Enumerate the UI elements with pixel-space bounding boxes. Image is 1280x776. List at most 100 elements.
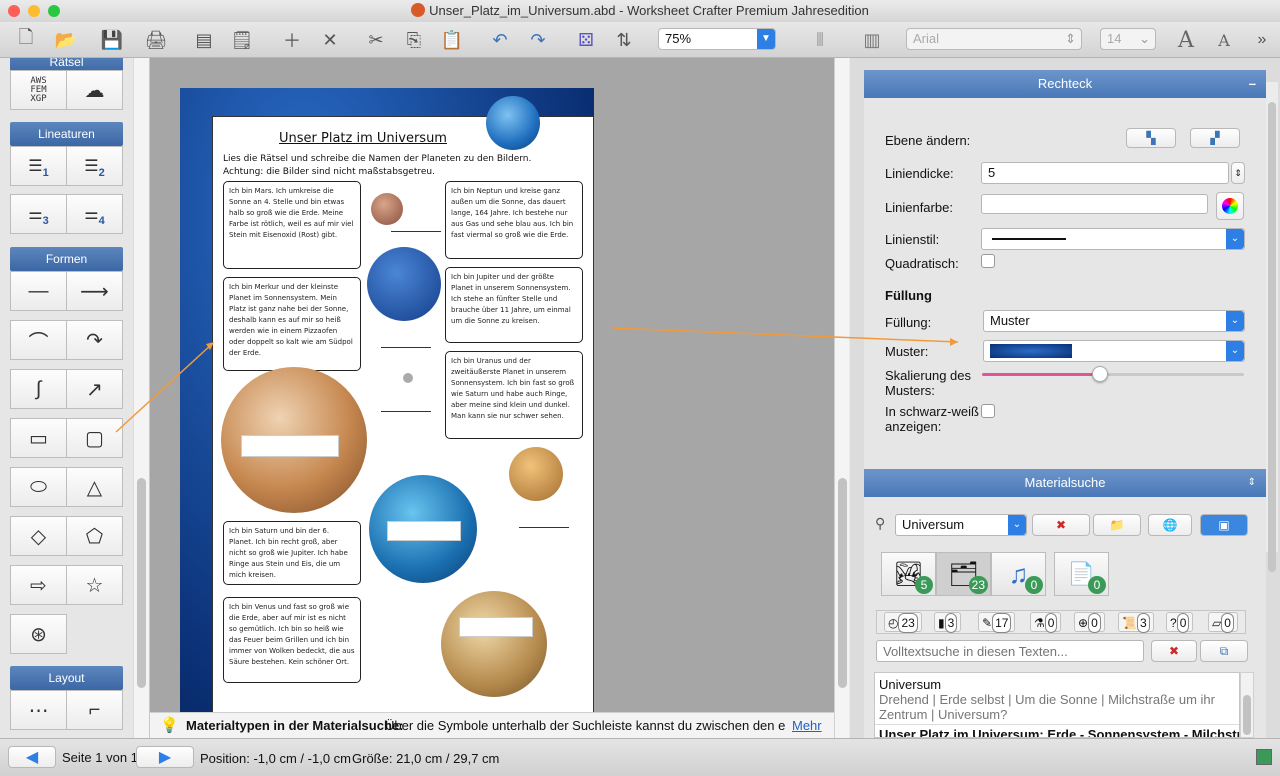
category-audio[interactable]: ♫ 0	[991, 552, 1046, 596]
pattern-scale-slider[interactable]	[982, 366, 1244, 382]
mars-image[interactable]	[371, 193, 403, 225]
worksheet-page[interactable]: Unser Platz im Universum Lies die Rätsel…	[180, 88, 594, 712]
dice-icon[interactable]: ⚄	[572, 26, 600, 54]
results-list[interactable]: Universum Drehend | Erde selbst | Um die…	[874, 672, 1240, 738]
letter-cloud-icon[interactable]: ☁	[66, 70, 123, 110]
stepper-icon[interactable]: ⇕	[1231, 162, 1245, 184]
riddle-box-jupiter[interactable]: Ich bin Jupiter und der größte Planet in…	[445, 267, 583, 343]
venus-image[interactable]	[509, 447, 563, 501]
saturn-image[interactable]	[441, 591, 547, 697]
lineatur-4-icon[interactable]: ⚌ 4	[66, 194, 123, 234]
lineatur-1-icon[interactable]: ☰ 1	[10, 146, 67, 186]
fulltext-search-input[interactable]	[876, 640, 1144, 662]
pentagon-tool-icon[interactable]: ⬠	[66, 516, 123, 556]
slider-knob[interactable]	[1091, 366, 1108, 382]
document-canvas[interactable]: Unser Platz im Universum Lies die Rätsel…	[150, 58, 834, 712]
category-worksheets[interactable]: 🗂 23	[936, 552, 991, 596]
riddle-box-neptun[interactable]: Ich bin Neptun und kreise ganz außen um …	[445, 181, 583, 259]
redo-icon[interactable]: ↷	[524, 26, 552, 54]
category-documents[interactable]: 📄 0	[1054, 552, 1109, 596]
filter-misc[interactable]: ▱ 0	[1208, 612, 1238, 633]
add-page-icon[interactable]: ＋	[278, 26, 306, 54]
stepper-icon[interactable]: ⇕	[1248, 469, 1256, 497]
answer-box[interactable]	[241, 435, 339, 457]
font-size-select[interactable]: 14 ⌄	[1100, 28, 1156, 50]
layout-guide-icon[interactable]: ⌐	[66, 690, 123, 730]
word-grid-icon[interactable]: AWS FEM XGP	[10, 70, 67, 110]
wheel-tool-icon[interactable]: ⊛	[10, 614, 67, 654]
fill-select[interactable]: Muster ⌄	[983, 310, 1245, 332]
open-folder-icon[interactable]: 📂	[52, 26, 80, 54]
tools-scrollbar[interactable]	[133, 58, 149, 738]
local-material-icon[interactable]: ▣	[1200, 514, 1248, 536]
ellipse-tool-icon[interactable]: ⬭	[10, 467, 67, 507]
copy-results-icon[interactable]: ⧉	[1200, 640, 1248, 662]
riddle-box-venus[interactable]: Ich bin Venus und fast so groß wie die E…	[223, 597, 361, 683]
worksheet-content[interactable]: Unser Platz im Universum Lies die Rätsel…	[212, 116, 594, 712]
filter-all[interactable]: ◴ 23	[884, 612, 922, 633]
close-window-button[interactable]	[8, 5, 20, 17]
send-backward-icon[interactable]: ▞	[1190, 128, 1240, 148]
square-checkbox[interactable]	[981, 254, 995, 268]
line-style-select[interactable]: ⌄	[981, 228, 1245, 250]
rounded-rectangle-tool-icon[interactable]: ▢	[66, 418, 123, 458]
arrow-line-tool-icon[interactable]: ⟶	[66, 271, 123, 311]
lineatur-2-icon[interactable]: ☰ 2	[66, 146, 123, 186]
neptune-image[interactable]	[367, 247, 441, 321]
filter-book[interactable]: ▮ 3	[934, 612, 962, 633]
lineatur-3-icon[interactable]: ⚌ 3	[10, 194, 67, 234]
section-formen-header[interactable]: Formen	[10, 247, 123, 271]
minimize-window-button[interactable]	[28, 5, 40, 17]
scroll-thumb[interactable]	[838, 478, 847, 688]
new-document-icon[interactable]: 🗋	[12, 26, 40, 54]
save-icon[interactable]: 💾	[98, 26, 126, 54]
copy-icon[interactable]: ⎘	[400, 26, 428, 54]
decrease-font-icon[interactable]: A	[1210, 26, 1238, 54]
results-scrollbar[interactable]	[1240, 672, 1254, 738]
section-layout-header[interactable]: Layout	[10, 666, 123, 690]
note-icon[interactable]: 🗒	[228, 26, 256, 54]
clear-fulltext-icon[interactable]: ✖	[1151, 640, 1197, 662]
canvas-scrollbar[interactable]	[834, 58, 849, 738]
bring-forward-icon[interactable]: ▚	[1126, 128, 1176, 148]
page-settings-icon[interactable]: ▤	[190, 26, 218, 54]
filter-scroll[interactable]: 📜 3	[1118, 612, 1154, 633]
window-layout-icon[interactable]	[1256, 749, 1272, 765]
riddle-box-mars[interactable]: Ich bin Mars. Ich umkreise die Sonne an …	[223, 181, 361, 269]
filter-pencil[interactable]: ✎ 17	[978, 612, 1016, 633]
delete-page-icon[interactable]: ✕	[316, 26, 344, 54]
rectangle-tool-icon[interactable]: ▭	[10, 418, 67, 458]
line-color-swatch[interactable]	[981, 194, 1208, 214]
riddle-box-merkur[interactable]: Ich bin Merkur und der kleinste Planet i…	[223, 277, 361, 371]
arc-arrow-tool-icon[interactable]: ↷	[66, 320, 123, 360]
align-icon[interactable]: ⫴	[806, 26, 834, 54]
cut-icon[interactable]: ✂	[362, 26, 390, 54]
riddle-box-uranus[interactable]: Ich bin Uranus und der zweitäußerste Pla…	[445, 351, 583, 439]
mercury-image[interactable]	[403, 373, 413, 383]
hint-more-link[interactable]: Mehr	[792, 713, 822, 739]
line-width-input[interactable]: 5	[981, 162, 1229, 184]
panel-scrollbar[interactable]	[1266, 82, 1278, 572]
answer-box[interactable]	[387, 521, 461, 541]
category-images[interactable]: 🏞 5	[881, 552, 936, 596]
result-title[interactable]: Unser Platz im Universum: Erde - Sonnens…	[875, 725, 1239, 737]
font-select[interactable]: Arial ⇕	[906, 28, 1082, 50]
filter-globe[interactable]: ⊕ 0	[1074, 612, 1105, 633]
scroll-thumb[interactable]	[1243, 695, 1251, 735]
earth-image[interactable]	[486, 96, 540, 150]
layout-margin-icon[interactable]: ⋯	[10, 690, 67, 730]
bw-checkbox[interactable]	[981, 404, 995, 418]
scroll-thumb[interactable]	[137, 478, 146, 688]
folder-search-icon[interactable]: 📁	[1093, 514, 1141, 536]
pattern-select[interactable]: ⌄	[983, 340, 1245, 362]
undo-icon[interactable]: ↶	[486, 26, 514, 54]
answer-box[interactable]	[459, 617, 533, 637]
curve-tool-icon[interactable]: ∫	[10, 369, 67, 409]
color-wheel-icon[interactable]	[1216, 192, 1244, 220]
line-tool-icon[interactable]: —	[10, 271, 67, 311]
sort-az-icon[interactable]: ⇅	[610, 26, 638, 54]
arrow-shape-tool-icon[interactable]: ⇨	[10, 565, 67, 605]
previous-page-button[interactable]: ◀	[8, 746, 56, 768]
triangle-tool-icon[interactable]: △	[66, 467, 123, 507]
paste-icon[interactable]: 📋	[438, 26, 466, 54]
